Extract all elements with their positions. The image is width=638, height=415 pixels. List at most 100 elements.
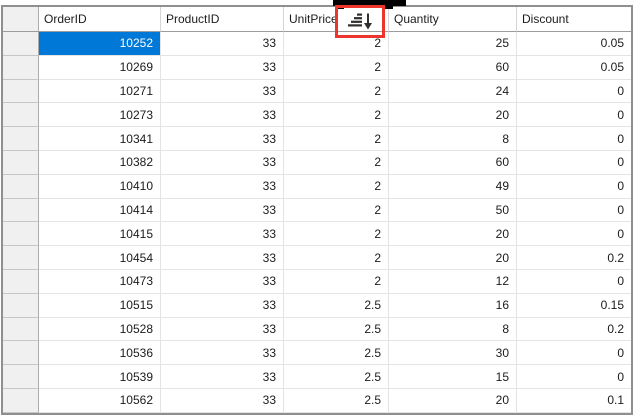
grid-cell[interactable]: 2.5 [284, 365, 389, 389]
grid-cell[interactable]: 20 [389, 246, 517, 270]
grid-cell[interactable]: 10415 [39, 222, 161, 246]
row-header-cell[interactable] [3, 175, 39, 199]
row-header-cell[interactable] [3, 151, 39, 175]
grid-cell[interactable]: 2 [284, 32, 389, 56]
row-header-cell[interactable] [3, 80, 39, 104]
grid-cell[interactable]: 0 [517, 103, 631, 127]
grid-cell[interactable]: 0 [517, 199, 631, 223]
grid-cell[interactable]: 33 [161, 270, 284, 294]
grid-cell[interactable]: 0 [517, 270, 631, 294]
grid-cell[interactable]: 20 [389, 222, 517, 246]
row-header-cell[interactable] [3, 127, 39, 151]
grid-cell[interactable]: 10562 [39, 389, 161, 413]
grid-cell[interactable]: 10410 [39, 175, 161, 199]
grid-cell[interactable]: 10269 [39, 56, 161, 80]
grid-cell[interactable]: 33 [161, 199, 284, 223]
column-header-orderid[interactable]: OrderID [39, 7, 161, 32]
grid-cell[interactable]: 2 [284, 56, 389, 80]
column-header-quantity[interactable]: Quantity [389, 7, 517, 32]
grid-cell[interactable]: 33 [161, 341, 284, 365]
grid-cell[interactable]: 60 [389, 56, 517, 80]
grid-cell[interactable]: 0 [517, 222, 631, 246]
grid-cell[interactable]: 33 [161, 56, 284, 80]
row-header-cell[interactable] [3, 341, 39, 365]
grid-cell[interactable]: 2 [284, 175, 389, 199]
corner-header-cell[interactable] [3, 7, 39, 32]
row-header-cell[interactable] [3, 56, 39, 80]
grid-cell[interactable]: 0 [517, 151, 631, 175]
grid-cell[interactable]: 33 [161, 365, 284, 389]
grid-cell[interactable]: 33 [161, 151, 284, 175]
grid-cell[interactable]: 25 [389, 32, 517, 56]
grid-cell[interactable]: 20 [389, 389, 517, 413]
grid-cell[interactable]: 33 [161, 32, 284, 56]
row-header-cell[interactable] [3, 222, 39, 246]
row-header-cell[interactable] [3, 365, 39, 389]
grid-cell[interactable]: 0.1 [517, 389, 631, 413]
grid-cell[interactable]: 0 [517, 175, 631, 199]
grid-cell[interactable]: 2 [284, 199, 389, 223]
grid-cell[interactable]: 60 [389, 151, 517, 175]
row-header-cell[interactable] [3, 389, 39, 413]
grid-cell[interactable]: 0.05 [517, 56, 631, 80]
grid-cell[interactable]: 49 [389, 175, 517, 199]
grid-cell-selected[interactable]: 10252 [39, 32, 161, 56]
grid-cell[interactable]: 24 [389, 80, 517, 104]
row-header-cell[interactable] [3, 32, 39, 56]
row-header-cell[interactable] [3, 270, 39, 294]
grid-cell[interactable]: 30 [389, 341, 517, 365]
grid-cell[interactable]: 10414 [39, 199, 161, 223]
grid-cell[interactable]: 10382 [39, 151, 161, 175]
grid-cell[interactable]: 0.05 [517, 32, 631, 56]
row-header-cell[interactable] [3, 294, 39, 318]
column-header-discount[interactable]: Discount [517, 7, 631, 32]
grid-cell[interactable]: 10539 [39, 365, 161, 389]
grid-cell[interactable]: 2 [284, 151, 389, 175]
grid-cell[interactable]: 8 [389, 127, 517, 151]
grid-cell[interactable]: 0 [517, 127, 631, 151]
grid-cell[interactable]: 2.5 [284, 341, 389, 365]
grid-cell[interactable]: 33 [161, 127, 284, 151]
grid-cell[interactable]: 16 [389, 294, 517, 318]
grid-cell[interactable]: 2 [284, 270, 389, 294]
grid-cell[interactable]: 10271 [39, 80, 161, 104]
grid-cell[interactable]: 0 [517, 80, 631, 104]
grid-cell[interactable]: 33 [161, 80, 284, 104]
grid-cell[interactable]: 10341 [39, 127, 161, 151]
grid-cell[interactable]: 12 [389, 270, 517, 294]
grid-cell[interactable]: 0 [517, 365, 631, 389]
grid-cell[interactable]: 50 [389, 199, 517, 223]
grid-cell[interactable]: 10515 [39, 294, 161, 318]
grid-cell[interactable]: 2 [284, 222, 389, 246]
grid-cell[interactable]: 10473 [39, 270, 161, 294]
grid-cell[interactable]: 20 [389, 103, 517, 127]
grid-cell[interactable]: 33 [161, 294, 284, 318]
grid-cell[interactable]: 2 [284, 246, 389, 270]
sort-descending-icon[interactable] [347, 12, 374, 31]
grid-cell[interactable]: 10273 [39, 103, 161, 127]
grid-cell[interactable]: 33 [161, 389, 284, 413]
grid-cell[interactable]: 10528 [39, 318, 161, 342]
grid-cell[interactable]: 33 [161, 246, 284, 270]
grid-cell[interactable]: 0 [517, 341, 631, 365]
grid-cell[interactable]: 2 [284, 103, 389, 127]
row-header-cell[interactable] [3, 199, 39, 223]
grid-cell[interactable]: 2.5 [284, 294, 389, 318]
grid-cell[interactable]: 2 [284, 127, 389, 151]
grid-cell[interactable]: 2 [284, 80, 389, 104]
grid-cell[interactable]: 2.5 [284, 318, 389, 342]
grid-cell[interactable]: 33 [161, 103, 284, 127]
grid-cell[interactable]: 0.15 [517, 294, 631, 318]
grid-cell[interactable]: 33 [161, 222, 284, 246]
column-header-productid[interactable]: ProductID [161, 7, 284, 32]
grid-cell[interactable]: 33 [161, 175, 284, 199]
grid-cell[interactable]: 15 [389, 365, 517, 389]
grid-cell[interactable]: 8 [389, 318, 517, 342]
row-header-cell[interactable] [3, 246, 39, 270]
grid-cell[interactable]: 10536 [39, 341, 161, 365]
grid-cell[interactable]: 2.5 [284, 389, 389, 413]
row-header-cell[interactable] [3, 318, 39, 342]
grid-cell[interactable]: 0.2 [517, 246, 631, 270]
grid-cell[interactable]: 33 [161, 318, 284, 342]
grid-cell[interactable]: 10454 [39, 246, 161, 270]
